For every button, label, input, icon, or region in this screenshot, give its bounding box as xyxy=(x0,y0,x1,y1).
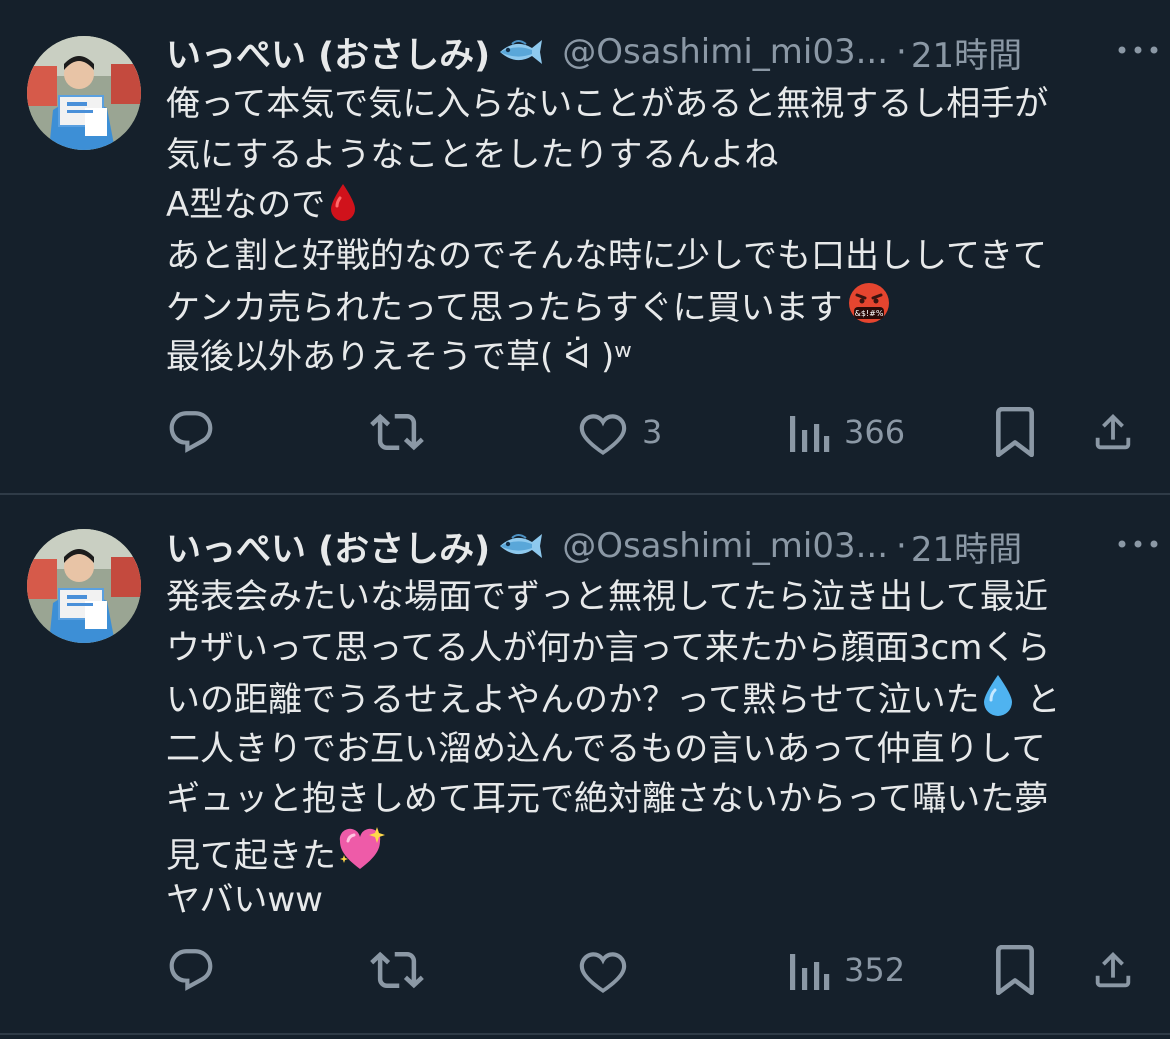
tweet-header: いっぺい (おさしみ) @Osashimi_mi03... · 21時間 xyxy=(166,28,1146,76)
more-options-icon[interactable] xyxy=(1116,40,1160,60)
heart-icon xyxy=(579,414,627,456)
tweet-header: いっぺい (おさしみ) @Osashimi_mi03... · 21時間 xyxy=(166,522,1146,570)
svg-text:&$!#%: &$!#% xyxy=(854,309,883,318)
text-segment: あと割と好戦的なのでそんな時に少しでも口出ししてきて xyxy=(166,235,1047,276)
tweet-text-line: いの距離でうるせえよやんのか？って黙らせて泣いた と xyxy=(166,673,1146,724)
author-handle[interactable]: @Osashimi_mi03... xyxy=(562,526,888,566)
tweet-text-line: 二人きりでお互い溜め込んでるもの言いあって仲直りして xyxy=(166,724,1146,775)
text-segment: 発表会みたいな場面でずっと無視してたら泣き出して最近 xyxy=(166,577,1048,617)
retweet-icon xyxy=(370,951,424,989)
text-segment: 俺って本気で気に入らないことがあると無視するし相手が xyxy=(166,84,1049,124)
tweet-text-line: あと割と好戦的なのでそんな時に少しでも口出ししてきて xyxy=(166,231,1146,282)
text-segment: ケンカ売られたって思ったらすぐに買います xyxy=(166,288,843,328)
views-button[interactable]: 366 xyxy=(786,402,905,462)
bookmark-icon xyxy=(996,945,1034,995)
tweet-text-line: A型なので xyxy=(166,180,1146,231)
tweet-text-line: ヤバいww xyxy=(166,875,1146,926)
like-button[interactable]: 3 xyxy=(578,402,662,462)
tweet-divider xyxy=(0,1033,1170,1035)
bookmark-button[interactable] xyxy=(994,940,1036,1000)
views-icon xyxy=(790,954,830,990)
text-segment: と xyxy=(1015,680,1061,720)
fish-icon xyxy=(496,528,544,564)
tweet-text: 発表会みたいな場面でずっと無視してたら泣き出して最近 ウザいって思ってる人が何か… xyxy=(166,572,1146,926)
retweet-button[interactable] xyxy=(370,940,438,1000)
tweet-text-line: 最後以外ありえそうで草( ᐛ )ʷ xyxy=(166,332,1146,383)
more-options-icon[interactable] xyxy=(1116,534,1160,554)
like-count: 3 xyxy=(642,413,663,451)
reply-button[interactable] xyxy=(166,940,230,1000)
tweet-text-line: ギュッと抱きしめて耳元で絶対離さないからって囁いた夢 xyxy=(166,774,1146,825)
share-button[interactable] xyxy=(1090,940,1136,1000)
droplet-icon xyxy=(983,675,1012,716)
avatar[interactable] xyxy=(27,529,141,643)
timestamp[interactable]: 21時間 xyxy=(911,522,1022,571)
text-segment: ギュッと抱きしめて耳元で絶対離さないからって囁いた夢 xyxy=(166,779,1049,819)
text-segment: 最後以外ありえそうで草( ᐛ )ʷ xyxy=(166,336,632,377)
separator-dot: · xyxy=(896,32,907,72)
heart-icon xyxy=(579,952,627,994)
like-button[interactable] xyxy=(578,940,642,1000)
bookmark-button[interactable] xyxy=(994,402,1036,462)
tweet[interactable]: いっぺい (おさしみ) @Osashimi_mi03... · 21時間 発表会… xyxy=(0,495,1170,1033)
view-count: 352 xyxy=(844,951,906,989)
share-button[interactable] xyxy=(1090,402,1136,462)
tweet-text-line: 気にするようなことをしたりするんよね xyxy=(166,130,1146,181)
tweet-text-line: ウザいって思ってる人が何か言って来たから顔面3cmくら xyxy=(166,623,1146,674)
views-button[interactable]: 352 xyxy=(786,940,905,1000)
action-bar: 352 xyxy=(0,940,1170,1000)
fish-icon xyxy=(496,34,544,70)
tweet-text-line: 発表会みたいな場面でずっと無視してたら泣き出して最近 xyxy=(166,572,1146,623)
retweet-button[interactable] xyxy=(370,402,438,462)
author-name[interactable]: いっぺい (おさしみ) xyxy=(166,27,490,78)
retweet-icon xyxy=(370,413,424,451)
tweet-text-line: ケンカ売られたって思ったらすぐに買います &$!#% xyxy=(166,281,1146,332)
share-icon xyxy=(1095,413,1131,450)
author-handle[interactable]: @Osashimi_mi03... xyxy=(562,32,888,72)
share-icon xyxy=(1095,951,1131,988)
reply-button[interactable] xyxy=(166,402,230,462)
separator-dot: · xyxy=(896,526,907,566)
action-bar: 3 366 xyxy=(0,402,1170,462)
text-segment: いの距離でうるせえよやんのか？って黙らせて泣いた xyxy=(166,680,980,720)
reply-icon xyxy=(169,949,213,991)
reply-icon xyxy=(169,411,213,453)
text-segment: A型なので xyxy=(166,185,326,225)
sparkling-heart-icon xyxy=(339,826,385,869)
view-count: 366 xyxy=(844,413,906,451)
text-segment: 見て起きた xyxy=(166,835,336,876)
text-segment: ウザいって思ってる人が何か言って来たから顔面3cmくら xyxy=(166,627,1051,668)
text-segment: 二人きりでお互い溜め込んでるもの言いあって仲直りして xyxy=(166,728,1046,769)
bookmark-icon xyxy=(996,407,1034,457)
tweet[interactable]: いっぺい (おさしみ) @Osashimi_mi03... · 21時間 俺って… xyxy=(0,0,1170,493)
angry-cursing-face-icon: &$!#% xyxy=(848,283,889,323)
tweet-text-line: 俺って本気で気に入らないことがあると無視するし相手が xyxy=(166,79,1146,130)
text-segment: 気にするようなことをしたりするんよね xyxy=(166,134,779,175)
tweet-text: 俺って本気で気に入らないことがあると無視するし相手が 気にするようなことをしたり… xyxy=(166,79,1146,382)
text-segment: ヤバいww xyxy=(166,880,323,920)
avatar[interactable] xyxy=(27,36,141,150)
timestamp[interactable]: 21時間 xyxy=(911,28,1022,77)
views-icon xyxy=(790,416,830,452)
author-name[interactable]: いっぺい (おさしみ) xyxy=(166,521,490,572)
tweet-text-line: 見て起きた xyxy=(166,825,1146,876)
drop-of-blood-icon xyxy=(331,184,356,221)
